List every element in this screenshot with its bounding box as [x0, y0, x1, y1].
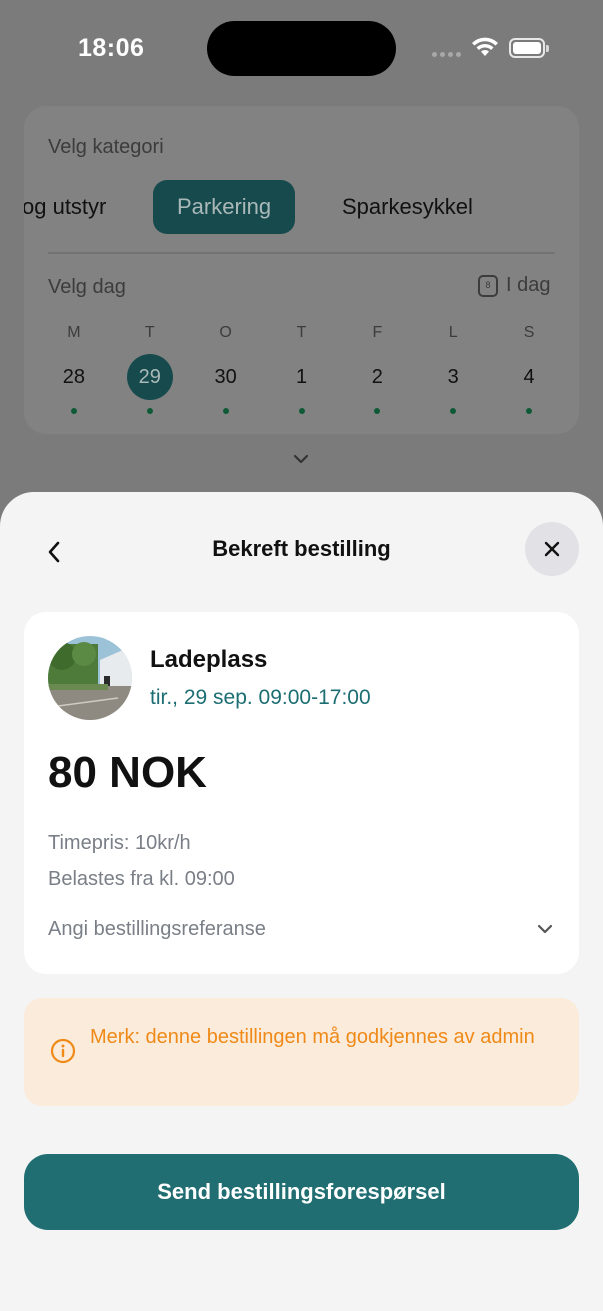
- charge-start: Belastes fra kl. 09:00: [48, 868, 235, 890]
- status-time: 18:06: [78, 34, 145, 62]
- category-scooter[interactable]: Sparkesykkel: [342, 180, 473, 234]
- availability-dot: [70, 408, 77, 414]
- chevron-down-icon: [537, 924, 553, 934]
- hourly-rate: Timepris: 10kr/h: [48, 832, 191, 854]
- dynamic-island: [207, 21, 396, 76]
- cellular-signal-icon: [432, 52, 461, 57]
- notice-text: Merk: denne bestillingen må godkjennes a…: [90, 1026, 535, 1048]
- category-equipment[interactable]: og utstyr: [24, 180, 106, 234]
- category-selector: og utstyr Parkering Sparkesykkel: [24, 180, 579, 236]
- day-wednesday[interactable]: O 30: [188, 324, 264, 419]
- close-icon: [544, 541, 560, 557]
- day-heading: Velg dag: [48, 276, 126, 298]
- day-tuesday-selected[interactable]: T 29: [112, 324, 188, 419]
- order-summary-card: Ladeplass tir., 29 sep. 09:00-17:00 80 N…: [24, 612, 579, 974]
- availability-dot: [146, 408, 153, 414]
- total-price: 80 NOK: [48, 748, 207, 797]
- location-photo: [48, 636, 132, 720]
- day-monday[interactable]: M 28: [36, 324, 112, 419]
- today-button[interactable]: 8 I dag: [478, 274, 550, 297]
- approval-notice: Merk: denne bestillingen må godkjennes a…: [24, 998, 579, 1106]
- close-button[interactable]: [525, 522, 579, 576]
- confirm-booking-sheet: Bekreft bestilling Ladeplass tir., 29 se…: [0, 492, 603, 1311]
- availability-dot: [222, 408, 229, 414]
- today-label: I dag: [506, 274, 551, 296]
- chevron-down-icon[interactable]: [291, 452, 311, 466]
- sheet-title: Bekreft bestilling: [212, 536, 391, 561]
- category-heading: Velg kategori: [48, 136, 164, 158]
- availability-dot: [526, 408, 533, 414]
- battery-icon: [509, 38, 549, 58]
- week-picker: M 28 T 29 O 30 T 1 F 2 L 3 S 4: [36, 324, 567, 419]
- send-request-button[interactable]: Send bestillingsforespørsel: [24, 1154, 579, 1230]
- reference-label: Angi bestillingsreferanse: [48, 918, 266, 940]
- booking-time: tir., 29 sep. 09:00-17:00: [150, 686, 371, 709]
- location-name: Ladeplass: [150, 646, 268, 673]
- availability-dot: [374, 408, 381, 414]
- info-icon: [50, 1038, 76, 1064]
- availability-dot: [298, 408, 305, 414]
- category-parking[interactable]: Parkering: [153, 180, 296, 234]
- day-friday[interactable]: F 2: [339, 324, 415, 419]
- status-bar: 18:06: [0, 0, 603, 96]
- day-thursday[interactable]: T 1: [264, 324, 340, 419]
- availability-dot: [450, 408, 457, 414]
- reference-dropdown[interactable]: Angi bestillingsreferanse: [48, 918, 555, 948]
- calendar-icon: 8: [478, 274, 498, 297]
- divider: [48, 252, 555, 254]
- wifi-icon: [472, 37, 498, 56]
- day-sunday[interactable]: S 4: [491, 324, 567, 419]
- day-saturday[interactable]: L 3: [415, 324, 491, 419]
- booking-filter-card: Velg kategori og utstyr Parkering Sparke…: [24, 106, 579, 434]
